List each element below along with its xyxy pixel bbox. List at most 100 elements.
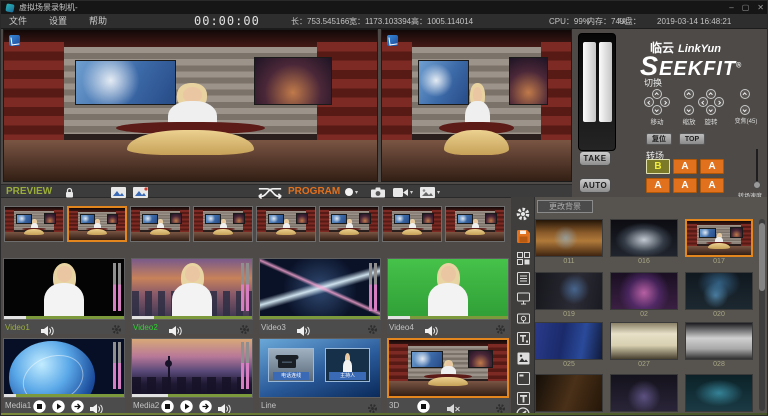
stream-icon[interactable]: ▾ [393, 186, 413, 198]
auto-button[interactable]: AUTO [579, 178, 611, 193]
transition-a-button[interactable]: A [673, 159, 697, 174]
caption-icon[interactable] [515, 330, 531, 346]
maximize-button[interactable]: ▢ [742, 3, 750, 13]
media2-bar: Media2 [131, 399, 253, 413]
rotate-right-button[interactable] [714, 97, 724, 107]
t-bar-handle[interactable] [599, 42, 612, 122]
studio-screen-right [485, 213, 497, 224]
transition-a-button[interactable]: A [700, 178, 724, 193]
transition-speed-knob[interactable] [753, 181, 761, 189]
menu-file[interactable]: 文件 [9, 14, 27, 29]
layout-icon[interactable] [515, 250, 531, 266]
text-icon[interactable] [515, 390, 531, 406]
scene-thumb[interactable] [535, 322, 603, 360]
program-monitor[interactable] [381, 29, 572, 182]
video4-thumbnail[interactable] [387, 258, 509, 320]
studio-screen-right [170, 213, 182, 224]
scene-thumb-selected[interactable] [685, 219, 753, 257]
settings-icon[interactable] [515, 206, 531, 222]
scene-thumb[interactable] [610, 322, 678, 360]
zoom-out-button[interactable] [740, 105, 750, 115]
minimize-button[interactable]: – [729, 3, 733, 13]
swap-icon[interactable] [256, 186, 284, 198]
camera-preset-thumb[interactable] [445, 206, 505, 242]
scene-thumb[interactable] [610, 219, 678, 257]
scale-down-button[interactable] [684, 105, 694, 115]
camera-preset-thumb[interactable] [382, 206, 442, 242]
watermark-logo-icon [9, 35, 20, 46]
transition-a-button[interactable]: A [646, 178, 670, 193]
close-button[interactable]: ✕ [757, 3, 764, 13]
scene-thumb[interactable] [535, 272, 603, 310]
record-icon[interactable]: ▾ [345, 186, 358, 198]
t-bar-fader[interactable] [578, 33, 616, 151]
line-thumbnail[interactable]: 电话连线 主持人 [259, 338, 381, 398]
top-button[interactable]: TOP [679, 133, 705, 145]
media1-label: Media1 [5, 399, 31, 413]
frame-icon[interactable] [515, 370, 531, 386]
display-icon[interactable] [515, 290, 531, 306]
effect-b-icon[interactable] [133, 186, 148, 198]
scene-cell [610, 374, 678, 413]
projector-icon[interactable] [515, 310, 531, 326]
anchor-figure [388, 259, 508, 319]
record-dot-icon [345, 188, 353, 196]
camera-preset-thumb[interactable] [4, 206, 64, 242]
take-button[interactable]: TAKE [579, 151, 611, 166]
scale-up-button[interactable] [684, 89, 694, 99]
media2-thumbnail[interactable] [131, 338, 253, 398]
scene-thumb[interactable] [610, 374, 678, 412]
media1-thumbnail[interactable] [3, 338, 125, 398]
transition-b-button[interactable]: B [646, 159, 670, 174]
camera-preset-thumb[interactable] [319, 206, 379, 242]
video3-thumbnail[interactable] [259, 258, 381, 320]
scene-thumb[interactable] [685, 322, 753, 360]
move-down-button[interactable] [652, 105, 662, 115]
playlist-icon[interactable] [515, 270, 531, 286]
rotate-down-button[interactable] [706, 105, 716, 115]
phone-box: 电话连线 [268, 348, 314, 382]
snapshot-icon[interactable] [371, 186, 385, 198]
rotate-left-button[interactable] [698, 97, 708, 107]
move-left-button[interactable] [644, 97, 654, 107]
image-icon[interactable] [515, 350, 531, 366]
scene-cell: 027 [610, 322, 678, 368]
camera-preset-thumb-selected[interactable] [67, 206, 127, 242]
transition-a-button[interactable]: A [673, 178, 697, 193]
scrollbar-thumb[interactable] [759, 223, 765, 291]
camera-preset-thumb[interactable] [193, 206, 253, 242]
camera-preset-thumb[interactable] [130, 206, 190, 242]
transition-a-button[interactable]: A [700, 159, 724, 174]
video2-thumbnail[interactable] [131, 258, 253, 320]
scene-tab[interactable]: 更改背景 [537, 200, 593, 213]
zoom-pad [732, 89, 758, 115]
studio-screen-right [468, 350, 493, 368]
t-bar-handle[interactable] [583, 42, 596, 122]
video1-thumbnail[interactable] [3, 258, 125, 320]
camera-preset-thumb[interactable] [256, 206, 316, 242]
menu-settings[interactable]: 设置 [49, 14, 67, 29]
studio-screen-left [75, 60, 176, 105]
udisk-stat: U盘： [619, 14, 641, 29]
scene-thumb[interactable] [685, 374, 753, 412]
scene-thumb[interactable] [610, 272, 678, 310]
zoom-in-button[interactable] [740, 89, 750, 99]
lock-icon[interactable] [65, 186, 74, 198]
scene-thumb[interactable] [685, 272, 753, 310]
media1-cell: Media1 [3, 338, 125, 413]
move-right-button[interactable] [660, 97, 670, 107]
video4-cell: Video4 [387, 258, 509, 334]
scene-thumb[interactable] [535, 219, 603, 257]
threed-thumbnail[interactable] [387, 338, 509, 398]
menu-help[interactable]: 帮助 [89, 14, 107, 29]
scrollbar-track[interactable] [759, 219, 765, 411]
effect-a-icon[interactable] [111, 186, 126, 198]
scene-thumb[interactable] [535, 374, 603, 412]
caret-down-icon: ▾ [410, 189, 413, 196]
chevron-down-icon [687, 107, 692, 112]
media2-cell: Media2 [131, 338, 253, 413]
background-image-icon[interactable]: ▾ [420, 186, 440, 198]
reset-button[interactable]: 复位 [646, 133, 672, 145]
preview-monitor[interactable] [3, 29, 378, 182]
save-icon[interactable] [515, 228, 531, 244]
